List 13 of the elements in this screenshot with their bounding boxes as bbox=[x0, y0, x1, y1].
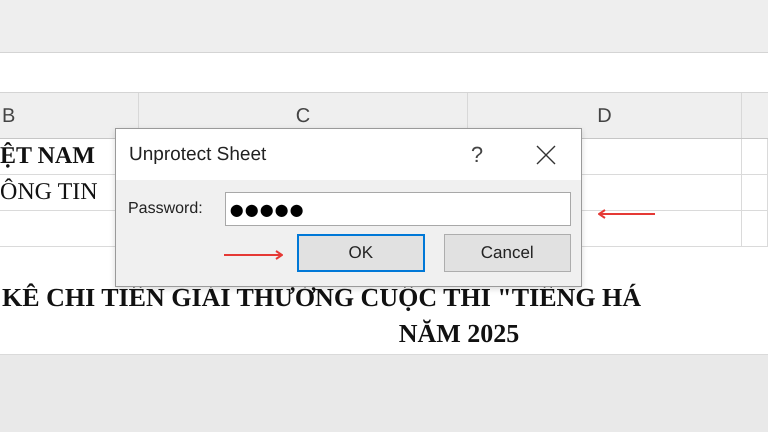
sheet-title: NĂM 2025 bbox=[398, 318, 520, 350]
sheet-title: KÊ CHI TIỀN GIẢI THƯỞNG CUỘC THI "TIẾNG HÁ bbox=[1, 282, 642, 314]
cancel-button[interactable]: Cancel bbox=[444, 234, 571, 272]
close-icon bbox=[536, 144, 556, 164]
dialog-title: Unprotect Sheet bbox=[129, 144, 268, 166]
cell-text: ỆT NAM bbox=[0, 143, 95, 170]
password-field[interactable]: ●●●●● bbox=[224, 192, 571, 226]
arrow-icon bbox=[223, 250, 283, 260]
help-button[interactable]: ? bbox=[457, 140, 497, 168]
password-label: Password: bbox=[128, 200, 204, 218]
ok-button[interactable]: OK bbox=[297, 234, 424, 272]
arrow-icon bbox=[598, 209, 656, 219]
cell-text: ÔNG TIN bbox=[0, 179, 98, 206]
